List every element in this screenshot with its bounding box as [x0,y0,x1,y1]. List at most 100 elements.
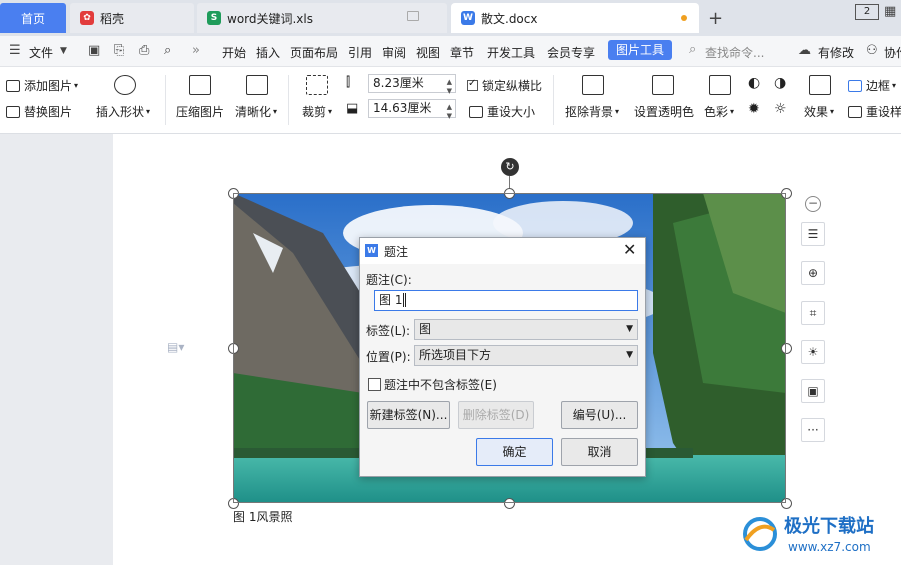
picture-add-icon [6,79,20,92]
brightness-up-icon[interactable]: ◐ [748,75,760,91]
sharpen-icon [246,75,268,95]
set-transparent-button[interactable]: 设置透明色 [634,103,694,120]
wrap-text-icon[interactable]: ☰ [801,222,825,246]
menu-dev-tools[interactable]: 开发工具 [487,44,535,61]
reset-size-button[interactable]: 重设大小 [469,103,535,120]
reset-style-label: 重设样 [866,105,901,119]
menu-start[interactable]: 开始 [222,44,246,61]
rotate-icon[interactable]: ↻ [501,158,519,176]
brightness-icon[interactable]: ✹ [748,101,760,117]
more-icon[interactable]: » [192,43,200,58]
width-value: 14.63厘米 [373,101,432,115]
reset-size-label: 重设大小 [487,105,536,119]
insert-shape-button[interactable]: 插入形状 ▾ [96,103,150,120]
tab-bar: 首页 ✿ 稻壳 S word关键词.xls W 散文.docx + 2 ▦ [0,0,901,36]
reset-size-icon [469,105,483,118]
menu-chapter[interactable]: 章节 [450,44,474,61]
save-icon[interactable]: ▣ [88,43,100,58]
lock-ratio-label: 锁定纵横比 [482,79,543,93]
grid-icon[interactable]: ▦ [884,4,896,19]
collapse-icon[interactable]: − [805,196,821,212]
convert-icon[interactable]: ▣ [801,379,825,403]
menu-reference[interactable]: 引用 [348,44,372,61]
menu-bar: ☰ 文件 ▼ ▣ ⎘ ⎙ ⌕ » 开始 插入 页面布局 引用 审阅 视图 章节 … [0,36,901,67]
tab-daoke[interactable]: ✿ 稻壳 [70,3,194,33]
border-button[interactable]: 边框 ▾ [848,77,896,94]
tab-xls-label: word关键词.xls [227,11,313,26]
contrast-icon[interactable]: ◑ [774,75,786,91]
border-icon [848,79,862,92]
height-stepper[interactable]: 8.23厘米 ▲ ▼ [368,74,456,95]
print-icon[interactable]: ⎙ [139,43,149,58]
height-icon: ⫿ [346,75,351,90]
screen-icon [407,11,419,21]
lock-ratio-checkbox[interactable]: 锁定纵横比 [467,77,542,94]
picture-replace-icon [6,105,20,118]
compress-button[interactable]: 压缩图片 [176,103,224,120]
sun-icon[interactable]: ☼ [774,101,787,117]
width-stepper[interactable]: 14.63厘米 ▲ ▼ [368,99,456,120]
tab-home[interactable]: 首页 [0,3,66,33]
bulb-icon[interactable]: ☀ [801,340,825,364]
sharpen-button[interactable]: 清晰化 ▾ [235,103,277,120]
down-icon[interactable]: ▼ [447,108,452,125]
tab-daoke-label: 稻壳 [100,11,125,26]
search-command[interactable]: 查找命令... [705,44,764,61]
tab-home-label: 首页 [20,11,45,26]
reset-style-button[interactable]: 重设样 [848,103,901,120]
figure-caption[interactable]: 图 1风景照 [233,508,292,525]
spreadsheet-icon: S [207,11,221,25]
more-icon[interactable]: ··· [801,418,825,442]
replace-picture-button[interactable]: 替换图片 [6,103,72,120]
collab-button[interactable]: 协作 [884,44,901,61]
search-icon: ⌕ [689,42,697,57]
site-logo [743,517,777,551]
hamburger-icon[interactable]: ☰ [9,43,21,58]
crop-label: 裁剪 [302,105,327,119]
transparent-icon [652,75,674,95]
menu-layout[interactable]: 页面布局 [290,44,338,61]
modified-dot [681,15,687,21]
zoom-in-icon[interactable]: ⊕ [801,261,825,285]
checkbox-checked[interactable] [467,78,478,91]
export-icon[interactable]: ⎘ [114,43,124,58]
effect-button[interactable]: 效果 ▾ [804,103,834,120]
border-label: 边框 [866,79,891,93]
insert-shape-label: 插入形状 [96,105,145,119]
color-button[interactable]: 色彩 ▾ [704,103,734,120]
effect-label: 效果 [804,105,829,119]
menu-file[interactable]: 文件 [29,44,53,61]
crop-button[interactable]: 裁剪 ▾ [302,103,332,120]
replace-picture-label: 替换图片 [24,105,73,119]
menu-review[interactable]: 审阅 [382,44,406,61]
add-picture-button[interactable]: 添加图片 ▾ [6,77,78,94]
set-transparent-label: 设置透明色 [634,105,695,119]
tab-picture-tools[interactable]: 图片工具 [608,40,672,60]
tab-doc-label: 散文.docx [481,11,538,26]
width-icon: ⬓ [346,101,359,116]
tab-doc[interactable]: W 散文.docx [451,3,699,33]
compress-icon [189,75,211,95]
preview-icon[interactable]: ⌕ [164,43,171,58]
site-watermark: 极光下载站 www.xz7.com [740,512,895,560]
tab-xls[interactable]: S word关键词.xls [197,3,447,33]
modified-status[interactable]: 有修改 [818,44,854,61]
chevron-down-icon[interactable]: ▼ [60,46,67,56]
down-icon[interactable]: ▼ [447,83,452,100]
paragraph-icon[interactable]: ▤▾ [167,340,184,354]
site-name: 极光下载站 [784,516,874,537]
divider [553,75,554,125]
effect-icon [809,75,831,95]
crop-icon[interactable]: ⌗ [801,301,825,325]
menu-member[interactable]: 会员专享 [547,44,595,61]
selection-frame [233,193,786,503]
color-icon [709,75,731,95]
shape-icon [114,75,136,95]
menu-insert[interactable]: 插入 [256,44,280,61]
divider [165,75,166,125]
menu-view[interactable]: 视图 [416,44,440,61]
window-count[interactable]: 2 [855,4,879,20]
remove-bg-button[interactable]: 抠除背景 ▾ [565,103,619,120]
plus-icon[interactable]: + [708,8,723,29]
person-icon: ⚇ [866,43,878,58]
